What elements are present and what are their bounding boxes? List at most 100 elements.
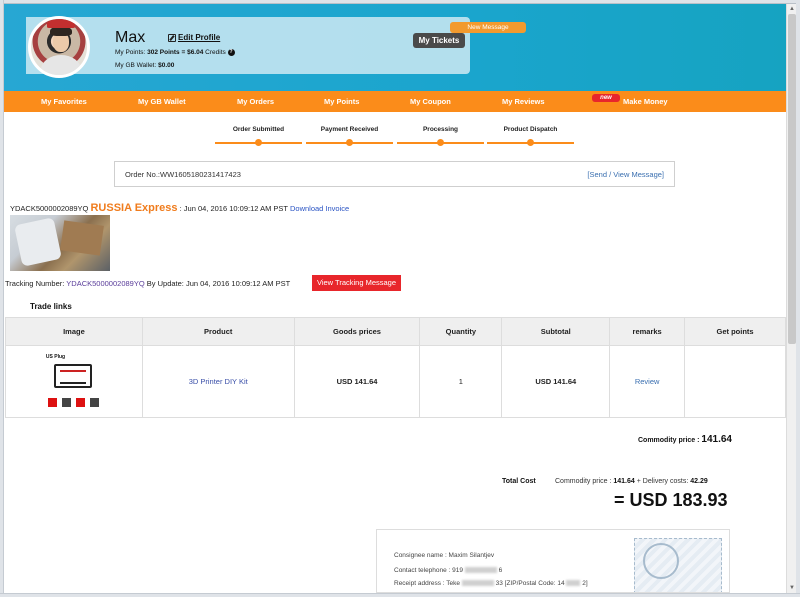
get-points bbox=[684, 345, 786, 418]
points-label: My Points: bbox=[115, 49, 146, 57]
header-product: Product bbox=[141, 317, 295, 346]
detail-prefix: Commodity price : bbox=[555, 478, 612, 485]
send-view-message-link[interactable]: [Send / View Message] bbox=[587, 170, 664, 179]
step-label: Product Dispatch bbox=[503, 126, 558, 133]
order-number-box: Order No.:WW1605180231417423 [Send / Vie… bbox=[114, 161, 675, 187]
wallet-line: My GB Wallet: $0.00 bbox=[115, 62, 174, 69]
nav-my-reviews[interactable]: My Reviews bbox=[502, 91, 545, 112]
thumb-swatch bbox=[89, 397, 99, 407]
commodity-price-label: Commodity price : bbox=[638, 437, 700, 444]
carrier-name: RUSSIA Express bbox=[90, 202, 178, 214]
shipment-line: YDACK5000002089YQ RUSSIA Express : Jun 0… bbox=[10, 202, 349, 214]
scroll-thumb[interactable] bbox=[788, 14, 796, 344]
shipment-code: YDACK5000002089YQ bbox=[10, 204, 89, 213]
window-right-border bbox=[796, 0, 800, 597]
avatar-shirt bbox=[41, 55, 81, 75]
account-nav: My Favorites My GB Wallet My Orders My P… bbox=[4, 91, 786, 112]
redacted-address bbox=[461, 580, 494, 587]
goods-price: USD 141.64 bbox=[293, 345, 421, 418]
grand-total: = USD 183.93 bbox=[614, 490, 728, 510]
receipt-suffix: 2] bbox=[582, 580, 588, 587]
package-bag bbox=[14, 217, 62, 267]
nav-my-gb-wallet[interactable]: My GB Wallet bbox=[138, 91, 186, 112]
product-image-cell[interactable]: US Plug bbox=[5, 345, 143, 418]
package-box bbox=[60, 220, 104, 256]
consignee-name: Consignee name : Maxim Silantjev bbox=[394, 552, 495, 559]
thumb-label: US Plug bbox=[45, 353, 66, 360]
thumb-swatch bbox=[61, 397, 71, 407]
total-cost-label: Total Cost bbox=[502, 478, 536, 485]
nav-my-orders[interactable]: My Orders bbox=[237, 91, 274, 112]
total-cost-detail: Commodity price : 141.64 + Delivery cost… bbox=[555, 478, 708, 485]
step-product-dispatch: Product Dispatch bbox=[487, 126, 574, 146]
new-badge: new bbox=[592, 94, 620, 102]
nav-my-points[interactable]: My Points bbox=[324, 91, 359, 112]
view-tracking-button[interactable]: View Tracking Message bbox=[312, 275, 401, 291]
product-name-link[interactable]: 3D Printer DIY Kit bbox=[141, 345, 295, 418]
wallet-value: $0.00 bbox=[158, 62, 175, 69]
step-label: Processing bbox=[422, 126, 459, 133]
thumb-swatch bbox=[47, 397, 57, 407]
postmark-circle bbox=[643, 543, 679, 579]
avatar-hat bbox=[47, 19, 75, 28]
step-dot bbox=[527, 139, 534, 146]
tracking-number-link[interactable]: YDACK5000002089YQ bbox=[66, 279, 144, 288]
wallet-label: My GB Wallet: bbox=[115, 62, 157, 69]
step-processing: Processing bbox=[397, 126, 484, 146]
trade-table: Image Product Goods prices Quantity Subt… bbox=[5, 317, 786, 418]
window-bottom-border bbox=[0, 593, 800, 597]
contact-telephone: Contact telephone : 919 6 bbox=[394, 567, 502, 574]
nav-my-coupon[interactable]: My Coupon bbox=[410, 91, 451, 112]
user-name: Max bbox=[115, 29, 146, 46]
detail-delivery-label: + Delivery costs: bbox=[636, 478, 689, 485]
header-image: Image bbox=[5, 317, 143, 346]
redacted-phone bbox=[464, 567, 497, 574]
table-row: US Plug 3D Printer DIY Kit USD 141.64 1 … bbox=[5, 345, 786, 418]
credits-label[interactable]: Credits bbox=[205, 49, 226, 56]
new-message-button[interactable]: New Message bbox=[450, 22, 526, 33]
review-link[interactable]: Review bbox=[609, 345, 686, 418]
download-invoice-link[interactable]: Download Invoice bbox=[290, 204, 349, 213]
header-get-points: Get points bbox=[684, 317, 786, 346]
tracking-line: Tracking Number: YDACK5000002089YQ By Up… bbox=[5, 279, 290, 288]
detail-commodity: 141.64 bbox=[613, 478, 635, 485]
step-label: Payment Received bbox=[320, 126, 379, 133]
step-dot bbox=[255, 139, 262, 146]
receipt-prefix: Receipt address : Teke bbox=[394, 580, 460, 587]
product-thumbnail[interactable]: US Plug bbox=[46, 354, 102, 410]
header-quantity: Quantity bbox=[419, 317, 503, 346]
profile-card bbox=[26, 17, 470, 74]
header-subtotal: Subtotal bbox=[501, 317, 611, 346]
nav-my-favorites[interactable]: My Favorites bbox=[41, 91, 87, 112]
postage-stamp-graphic bbox=[634, 538, 722, 592]
address-card: Consignee name : Maxim Silantjev Contact… bbox=[376, 529, 730, 593]
order-progress: Order Submitted Payment Received Process… bbox=[215, 126, 575, 146]
package-photo[interactable] bbox=[10, 215, 110, 271]
my-tickets-button[interactable]: My Tickets bbox=[413, 33, 465, 48]
quantity: 1 bbox=[419, 345, 503, 418]
points-line: My Points: 302 Points = $6.04 Credits ? bbox=[115, 49, 235, 56]
subtotal: USD 141.64 bbox=[501, 345, 611, 418]
header-goods-prices: Goods prices bbox=[293, 317, 421, 346]
header-remarks: remarks bbox=[609, 317, 686, 346]
table-header-row: Image Product Goods prices Quantity Subt… bbox=[5, 317, 786, 346]
pencil-icon bbox=[168, 33, 176, 42]
nav-make-money[interactable]: Make Money bbox=[623, 91, 668, 112]
help-icon[interactable]: ? bbox=[227, 49, 235, 56]
step-dot bbox=[346, 139, 353, 146]
edit-profile-link[interactable]: Edit Profile bbox=[168, 33, 220, 42]
step-label: Order Submitted bbox=[232, 126, 285, 133]
step-payment-received: Payment Received bbox=[306, 126, 393, 146]
printer-rail bbox=[59, 369, 86, 384]
vertical-scrollbar[interactable]: ▲ ▼ bbox=[786, 4, 796, 593]
profile-header: Max Edit Profile My Points: 302 Points =… bbox=[4, 4, 786, 91]
redacted-zip bbox=[566, 580, 581, 587]
points-value: 302 Points = $6.04 bbox=[147, 49, 204, 57]
detail-delivery: 42.29 bbox=[690, 478, 708, 485]
edit-profile-label: Edit Profile bbox=[178, 33, 221, 42]
step-order-submitted: Order Submitted bbox=[215, 126, 302, 146]
phone-suffix: 6 bbox=[498, 567, 503, 574]
order-number: Order No.:WW1605180231417423 bbox=[125, 170, 241, 179]
avatar[interactable] bbox=[28, 16, 90, 78]
tracking-update: By Update: Jun 04, 2016 10:09:12 AM PST bbox=[146, 279, 291, 288]
